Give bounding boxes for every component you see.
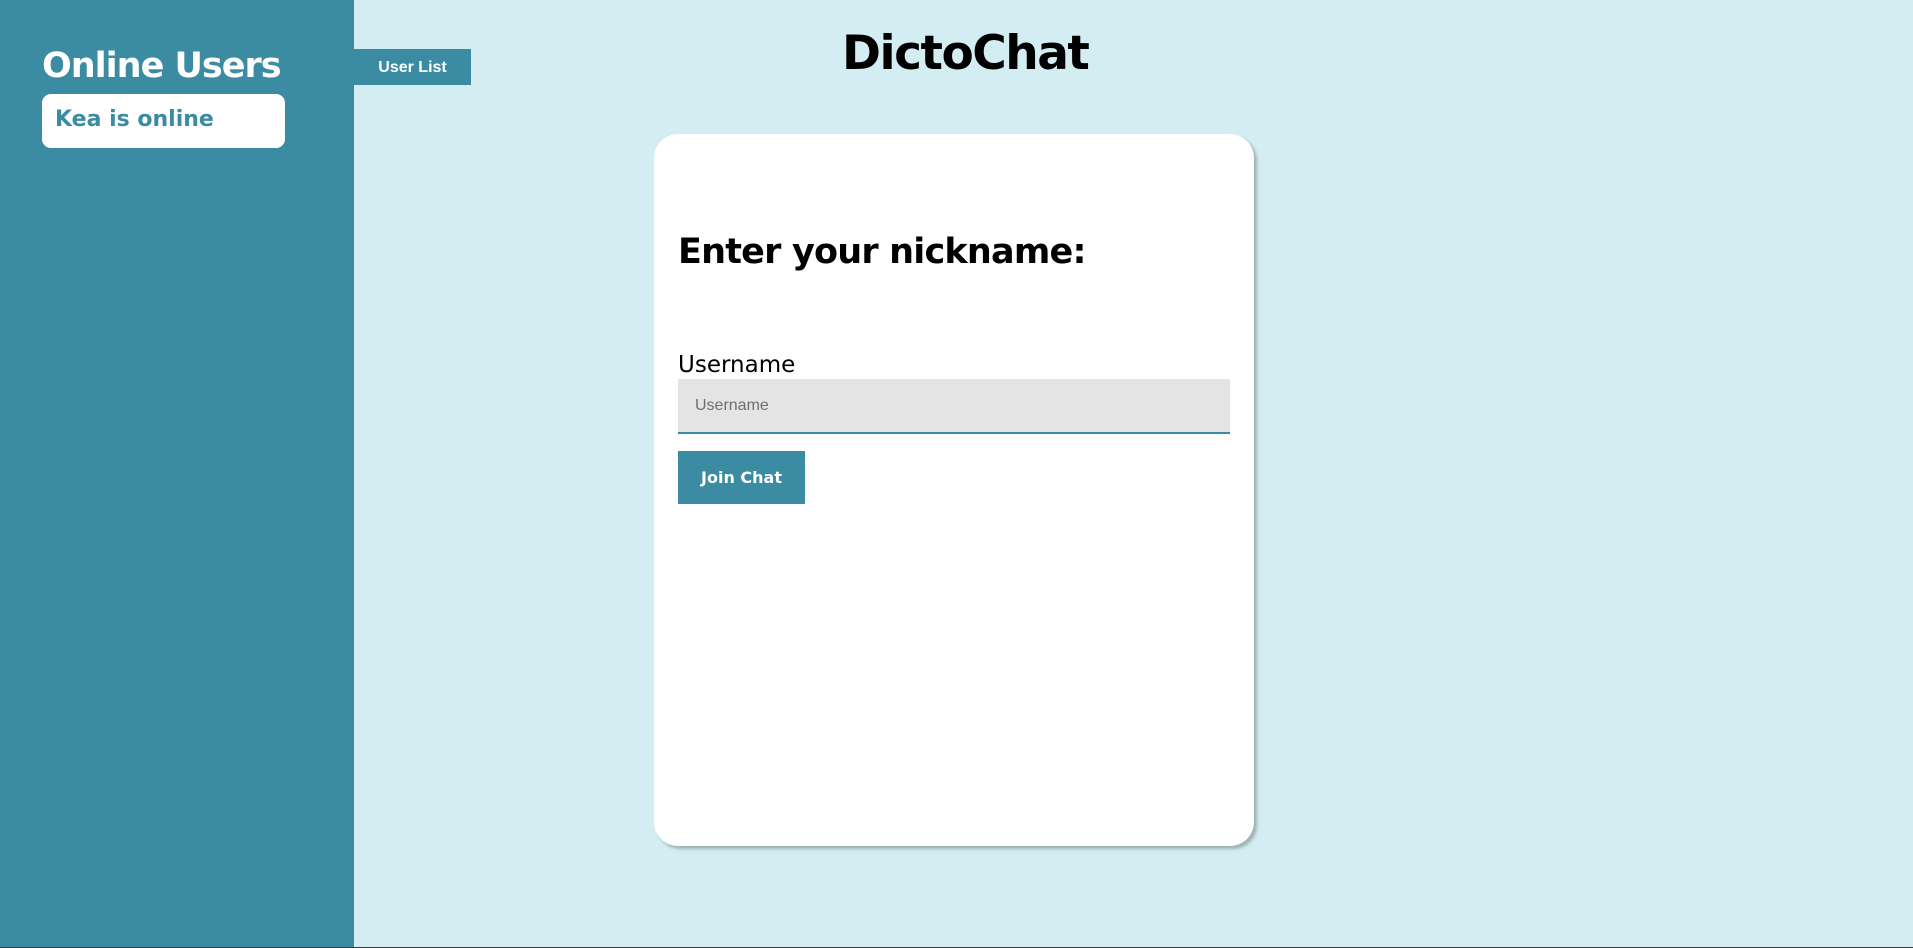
online-users-title: Online Users <box>42 46 282 86</box>
nickname-card: Enter your nickname: Username Join Chat <box>654 134 1254 846</box>
nickname-heading: Enter your nickname: <box>678 232 1086 272</box>
join-chat-button[interactable]: Join Chat <box>678 451 805 504</box>
username-input[interactable] <box>678 379 1230 434</box>
username-label: Username <box>678 352 796 378</box>
user-list-toggle-button[interactable]: User List <box>354 49 471 85</box>
online-user-item: Kea is online <box>42 94 285 148</box>
app-title: DictoChat <box>842 26 1090 81</box>
online-users-sidebar: Online Users Kea is online <box>0 0 354 947</box>
